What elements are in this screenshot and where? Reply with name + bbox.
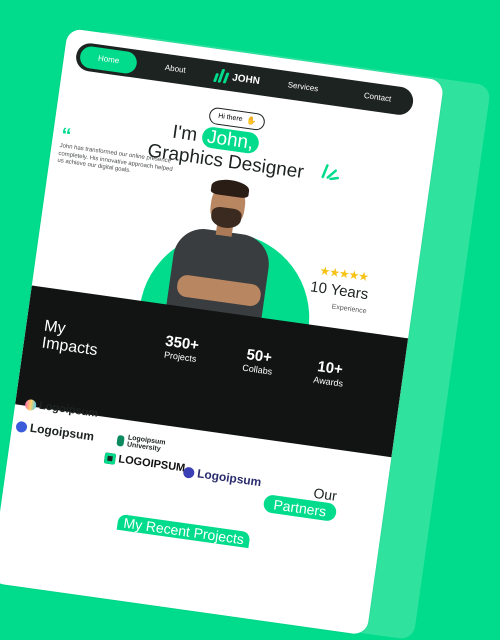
experience-label: Experience: [331, 303, 367, 316]
impact-title: My Impacts: [40, 317, 99, 360]
partner-logo-name: Logoipsum: [196, 466, 263, 490]
partner-logo-name: LOGOIPSUM: [117, 453, 186, 475]
nav-about[interactable]: About: [146, 54, 205, 84]
brand-name: JOHN: [231, 71, 261, 87]
shield-logo-icon: [116, 434, 126, 447]
stat-projects: 350+ Projects: [163, 333, 200, 364]
partner-logo-2: Logoipsum: [15, 419, 95, 444]
stat-awards: 10+ Awards: [313, 358, 346, 389]
partner-logo-name: Logoipsum: [29, 420, 96, 444]
wave-hand-icon: ✋: [245, 115, 257, 127]
partner-logo-name: Logoipsum University: [126, 434, 166, 453]
hero-intro-prefix: I'm: [171, 121, 199, 146]
colorful-logo-icon: [24, 398, 37, 411]
partners-heading: Our Partners: [262, 478, 339, 523]
hexagon-logo-icon: [15, 420, 28, 433]
navbar: Home About JOHN Services Contact: [74, 41, 415, 117]
brand-mark-icon: [212, 68, 230, 84]
stat-collabs: 50+ Collabs: [242, 346, 275, 377]
greeting-text: Hi there: [217, 112, 243, 124]
nav-contact[interactable]: Contact: [345, 82, 411, 113]
infinity-logo-icon: [182, 465, 196, 479]
square-logo-icon: [103, 451, 117, 465]
nav-services[interactable]: Services: [268, 72, 337, 103]
partner-logo-3: Logoipsum University: [116, 433, 177, 455]
partner-logo-5: Logoipsum: [182, 464, 262, 489]
sparkle-icon: [321, 164, 339, 181]
brand-logo[interactable]: JOHN: [212, 68, 261, 88]
page-preview-card: Home About JOHN Services Contact Hi ther…: [0, 28, 445, 636]
nav-home[interactable]: Home: [78, 45, 139, 75]
recent-projects-heading: My Recent Projects: [116, 513, 251, 549]
